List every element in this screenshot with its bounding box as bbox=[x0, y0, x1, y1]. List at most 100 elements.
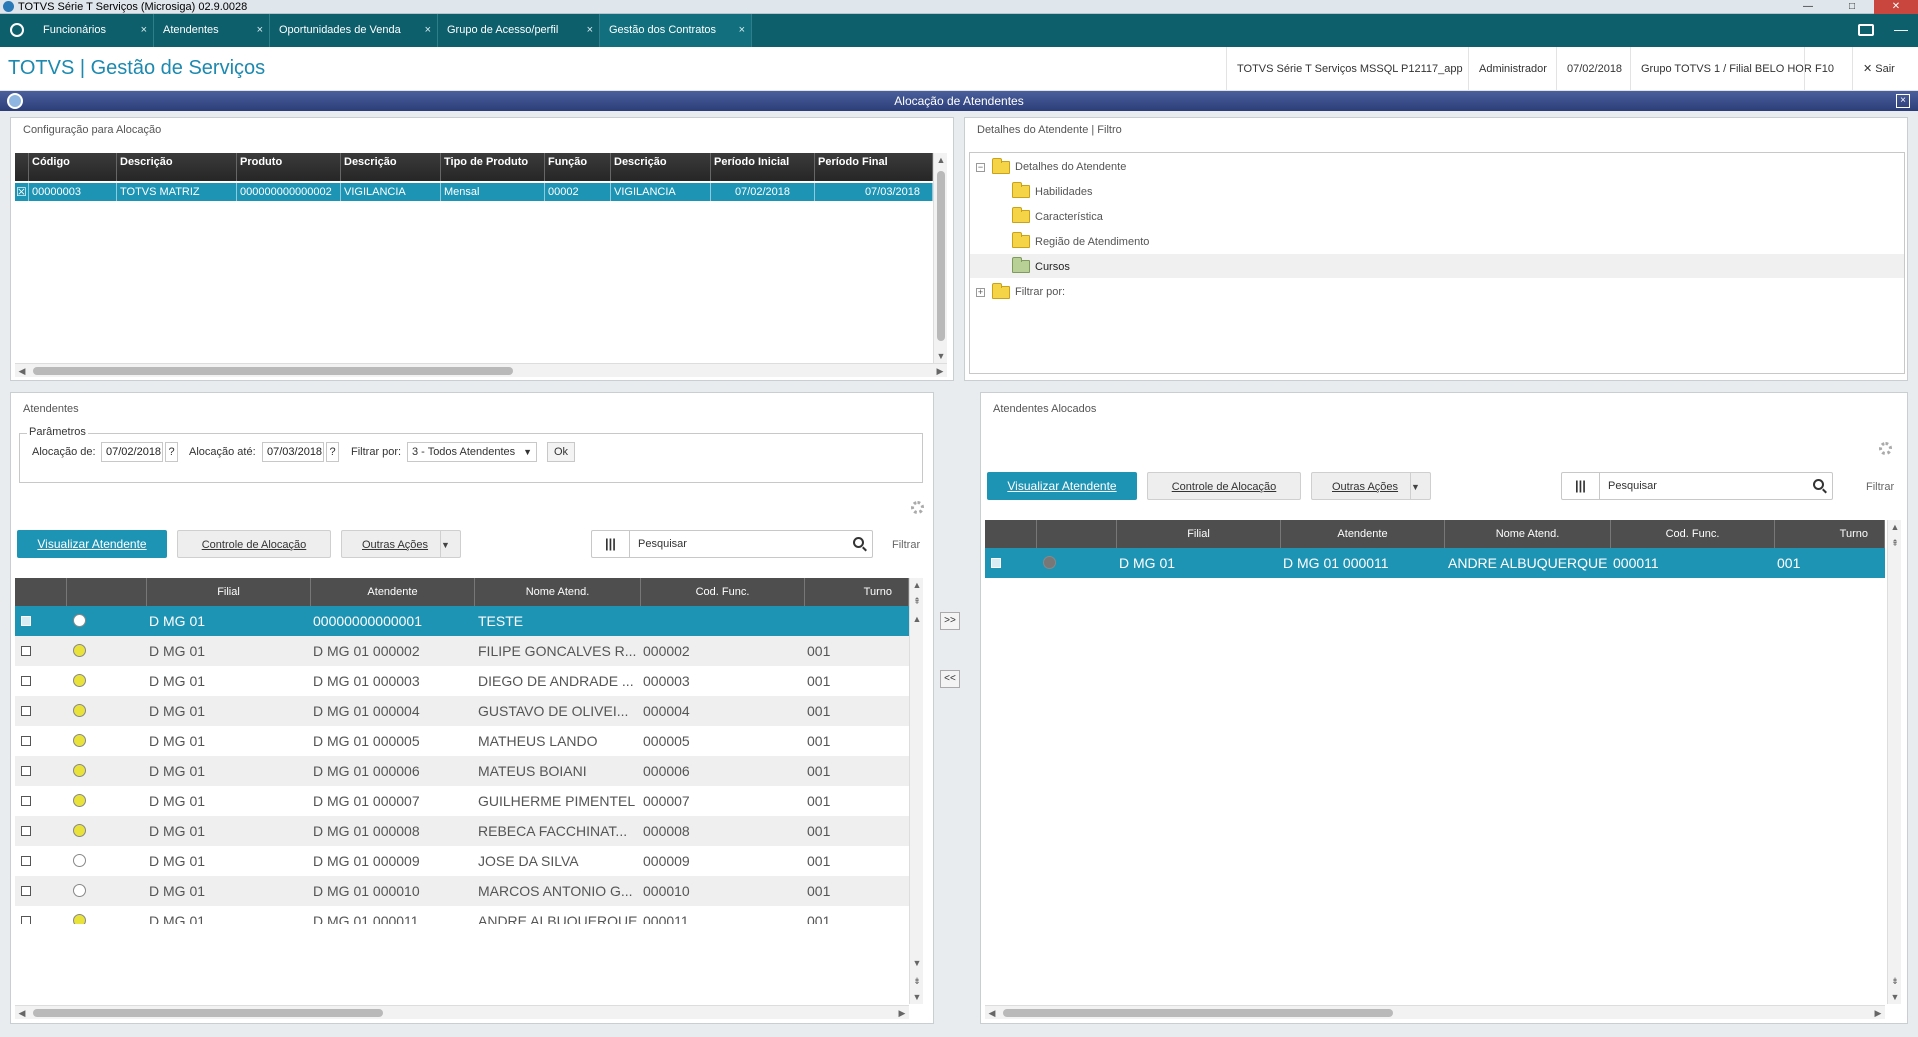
table-row[interactable]: D MG 01 D MG 01 000010 MARCOS ANTONIO G...… bbox=[15, 876, 909, 906]
tab-close-icon[interactable]: × bbox=[425, 14, 431, 47]
row-checkbox[interactable] bbox=[21, 796, 31, 806]
search-box[interactable]: ||| Pesquisar bbox=[1561, 472, 1833, 500]
scroll-bottom-icon[interactable]: ⇟ bbox=[910, 974, 924, 988]
table-row[interactable]: D MG 01 D MG 01 000004 GUSTAVO DE OLIVEI..… bbox=[15, 696, 909, 726]
scroll-left-icon[interactable]: ◀ bbox=[15, 1006, 29, 1020]
row-checkbox[interactable] bbox=[21, 766, 31, 776]
config-col-descricao[interactable]: Descrição bbox=[117, 153, 237, 181]
row-checkbox[interactable] bbox=[21, 916, 31, 924]
tab-close-icon[interactable]: × bbox=[587, 14, 593, 47]
allocation-control-button[interactable]: Controle de Alocação bbox=[1147, 472, 1301, 500]
add-to-allocated-button[interactable]: >> bbox=[940, 612, 960, 630]
scroll-up-icon[interactable]: ▲ bbox=[934, 153, 948, 167]
config-col-descricao-funcao[interactable]: Descrição bbox=[611, 153, 711, 181]
scroll-down-icon[interactable]: ▼ bbox=[1888, 990, 1902, 1004]
scroll-right-icon[interactable]: ▶ bbox=[933, 364, 947, 378]
tree-node-filtrar[interactable]: Filtrar por: bbox=[1015, 286, 1065, 298]
tree-node-caracteristica[interactable]: Característica bbox=[1035, 211, 1103, 223]
scroll-left-icon[interactable]: ◀ bbox=[15, 364, 29, 378]
scrollbar-thumb[interactable] bbox=[33, 367, 513, 375]
tree-node-regiao[interactable]: Região de Atendimento bbox=[1035, 236, 1149, 248]
scroll-bottom-icon[interactable]: ⇟ bbox=[1888, 974, 1902, 988]
grid-col-cod-func[interactable]: Cod. Func. bbox=[1611, 520, 1775, 548]
remove-from-allocated-button[interactable]: << bbox=[940, 670, 960, 688]
config-horizontal-scrollbar[interactable]: ◀ ▶ bbox=[15, 363, 947, 377]
tab-close-icon[interactable]: × bbox=[739, 14, 745, 47]
attendants-horizontal-scrollbar[interactable]: ◀ ▶ bbox=[15, 1005, 909, 1019]
tree-node-habilidades[interactable]: Habilidades bbox=[1035, 186, 1092, 198]
allocated-horizontal-scrollbar[interactable]: ◀ ▶ bbox=[985, 1005, 1885, 1019]
config-col-funcao[interactable]: Função bbox=[545, 153, 611, 181]
row-checkbox[interactable] bbox=[21, 676, 31, 686]
scroll-up-icon[interactable]: ▲ bbox=[910, 578, 924, 592]
search-input[interactable]: Pesquisar bbox=[1608, 473, 1657, 499]
alloc-from-lookup-button[interactable]: ? bbox=[165, 442, 178, 462]
row-checkbox[interactable] bbox=[21, 706, 31, 716]
search-icon[interactable] bbox=[853, 537, 864, 548]
minimize-button[interactable]: — bbox=[1786, 0, 1830, 14]
columns-icon[interactable]: ||| bbox=[1562, 473, 1600, 499]
scrollbar-thumb[interactable] bbox=[1003, 1009, 1393, 1017]
ok-button[interactable]: Ok bbox=[547, 442, 575, 462]
tab-oportunidades[interactable]: Oportunidades de Venda [02.9.0028]× bbox=[270, 14, 438, 69]
settings-gear-icon[interactable] bbox=[1879, 442, 1892, 455]
view-attendant-button[interactable]: Visualizar Atendente bbox=[987, 472, 1137, 500]
tab-funcionarios[interactable]: Funcionários [02.9.0028]× bbox=[34, 14, 154, 69]
alloc-to-lookup-button[interactable]: ? bbox=[326, 442, 339, 462]
config-row-check[interactable]: ☒ bbox=[15, 183, 29, 201]
view-attendant-button[interactable]: Visualizar Atendente bbox=[17, 530, 167, 558]
grid-col-atendente[interactable]: Atendente bbox=[311, 578, 475, 606]
date-info[interactable]: 07/02/2018 bbox=[1556, 47, 1632, 91]
table-row[interactable]: D MG 01 D MG 01 000003 DIEGO DE ANDRADE ..… bbox=[15, 666, 909, 696]
grid-col-filial[interactable]: Filial bbox=[1117, 520, 1281, 548]
scroll-top-icon[interactable]: ⇞ bbox=[1888, 536, 1902, 550]
tab-grupo-acesso[interactable]: Grupo de Acesso/perfil [02.9.0028]× bbox=[438, 14, 600, 69]
alloc-to-input[interactable]: 07/03/2018 bbox=[262, 442, 324, 462]
scroll-right-icon[interactable]: ▶ bbox=[895, 1006, 909, 1020]
scroll-left-icon[interactable]: ◀ bbox=[985, 1006, 999, 1020]
row-checkbox[interactable] bbox=[21, 736, 31, 746]
branch-info[interactable]: Grupo TOTVS 1 / Filial BELO HOR bbox=[1630, 47, 1822, 91]
config-col-periodo-final[interactable]: Período Final bbox=[815, 153, 933, 181]
more-actions-button[interactable]: Outras Ações ▼ bbox=[1311, 472, 1431, 500]
config-col-tipo-produto[interactable]: Tipo de Produto bbox=[441, 153, 545, 181]
grid-col-cod-func[interactable]: Cod. Func. bbox=[641, 578, 805, 606]
maximize-button[interactable]: □ bbox=[1830, 0, 1874, 14]
grid-col-atendente[interactable]: Atendente bbox=[1281, 520, 1445, 548]
scrollbar-thumb[interactable] bbox=[937, 171, 945, 341]
f10-button[interactable]: F10 bbox=[1804, 47, 1844, 91]
config-col-produto[interactable]: Produto bbox=[237, 153, 341, 181]
environment-info[interactable]: TOTVS Série T Serviços MSSQL P12117_app bbox=[1226, 47, 1473, 91]
tab-close-icon[interactable]: × bbox=[141, 14, 147, 47]
columns-icon[interactable]: ||| bbox=[592, 531, 630, 557]
dialog-close-button[interactable]: × bbox=[1896, 94, 1910, 108]
search-input[interactable]: Pesquisar bbox=[638, 531, 687, 557]
config-col-codigo[interactable]: Código bbox=[29, 153, 117, 181]
row-checkbox[interactable] bbox=[21, 886, 31, 896]
grid-col-turno[interactable]: Turno bbox=[805, 578, 909, 606]
config-vertical-scrollbar[interactable]: ▲ ▼ bbox=[933, 153, 947, 363]
search-box[interactable]: ||| Pesquisar bbox=[591, 530, 873, 558]
filter-link[interactable]: Filtrar bbox=[892, 539, 920, 551]
scroll-down-icon[interactable]: ▼ bbox=[910, 990, 924, 1004]
row-checkbox[interactable] bbox=[991, 558, 1001, 568]
config-col-periodo-inicial[interactable]: Período Inicial bbox=[711, 153, 815, 181]
table-row[interactable]: D MG 01 D MG 01 000008 REBECA FACCHINAT...… bbox=[15, 816, 909, 846]
scroll-up-icon[interactable]: ▲ bbox=[910, 612, 924, 626]
scroll-down-icon[interactable]: ▼ bbox=[934, 349, 948, 363]
grid-col-nome[interactable]: Nome Atend. bbox=[1445, 520, 1611, 548]
more-actions-button[interactable]: Outras Ações ▼ bbox=[341, 530, 461, 558]
row-checkbox[interactable] bbox=[21, 616, 31, 626]
filter-link[interactable]: Filtrar bbox=[1866, 481, 1894, 493]
user-info[interactable]: Administrador bbox=[1468, 47, 1557, 91]
row-checkbox[interactable] bbox=[21, 826, 31, 836]
attendants-vertical-scrollbar[interactable]: ▲ ⇞ ▲ ▼ ⇟ ▼ bbox=[909, 578, 923, 1004]
table-row[interactable]: D MG 01 D MG 01 000005 MATHEUS LANDO 000005… bbox=[15, 726, 909, 756]
exit-button[interactable]: ✕ Sair bbox=[1852, 47, 1918, 91]
table-row[interactable]: D MG 01 D MG 01 000011 ANDRE ALBUQUERQUE 00… bbox=[985, 548, 1885, 578]
close-window-button[interactable]: ✕ bbox=[1874, 0, 1918, 14]
tree-node-detalhes[interactable]: Detalhes do Atendente bbox=[1015, 161, 1126, 173]
tab-close-icon[interactable]: × bbox=[257, 14, 263, 47]
search-icon[interactable] bbox=[1813, 479, 1824, 490]
table-row[interactable]: D MG 01 D MG 01 000006 MATEUS BOIANI 000006… bbox=[15, 756, 909, 786]
